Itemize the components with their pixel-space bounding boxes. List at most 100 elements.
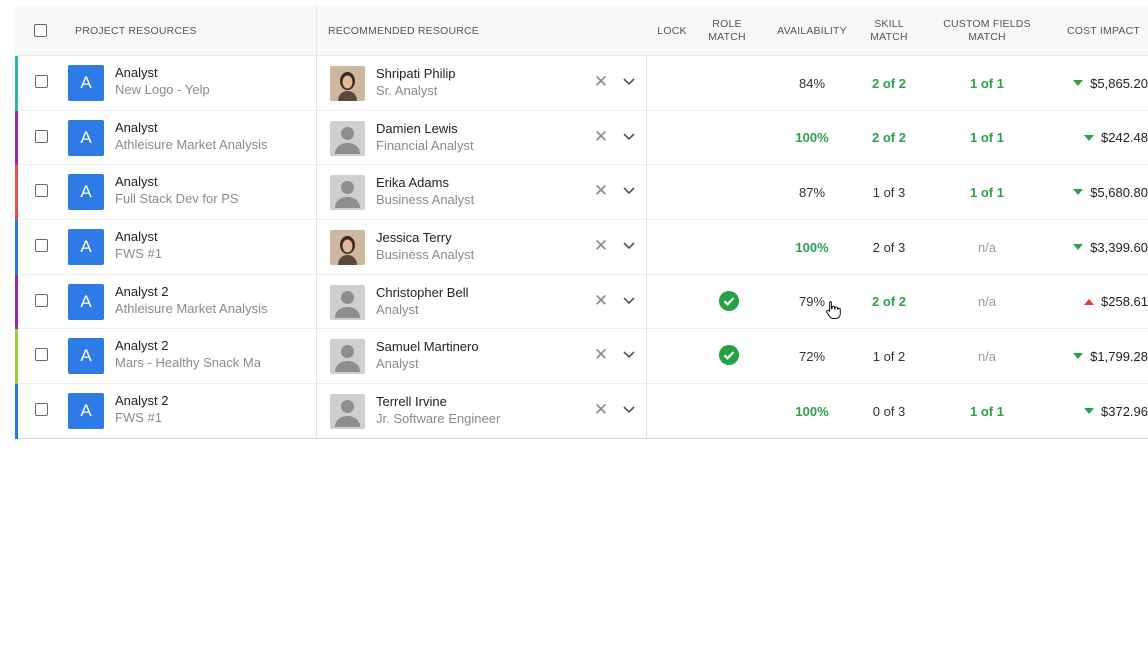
close-icon[interactable]: ✕ (593, 346, 609, 363)
cost-impact-value: $3,399.60 (1090, 239, 1148, 255)
triangle-down-icon (1073, 353, 1084, 360)
availability-value: 72% (798, 348, 826, 364)
role-name: Analyst (115, 174, 158, 190)
custom-fields-match-value: 1 of 1 (970, 75, 1004, 91)
cost-impact-cell: $5,680.80 (1060, 165, 1148, 219)
triangle-down-icon (1073, 80, 1084, 86)
row-checkbox[interactable] (35, 75, 48, 88)
resource-name[interactable]: Damien Lewis (376, 121, 458, 136)
person-placeholder-icon (330, 284, 365, 320)
hand-cursor-icon (826, 301, 841, 319)
row-color-stripe (15, 220, 18, 275)
resource-name[interactable]: Terrell Irvine (376, 394, 447, 409)
custom-fields-match-value: 1 of 1 (970, 403, 1004, 419)
check-circle-icon (719, 345, 739, 366)
header-custom-fields-match[interactable]: CUSTOM FIELDS MATCH (937, 6, 1037, 56)
cost-impact-cell: $3,399.60 (1060, 220, 1148, 274)
row-color-stripe (15, 165, 18, 221)
role-avatar: A (68, 393, 104, 430)
resource-name[interactable]: Samuel Martinero (376, 339, 479, 354)
skill-match-value: 1 of 2 (872, 348, 906, 364)
skill-match-value: 2 of 2 (872, 130, 906, 146)
cost-impact-value: $242.48 (1101, 130, 1148, 146)
role-name: Analyst 2 (115, 283, 169, 299)
project-name: Athleisure Market Analysis (115, 136, 268, 152)
availability-value: 100% (795, 130, 829, 146)
role-name: Analyst (115, 65, 158, 80)
triangle-up-icon (1084, 298, 1094, 305)
header-lock[interactable]: LOCK (647, 6, 697, 56)
cost-impact-cell: $242.48 (1060, 111, 1148, 165)
close-icon[interactable]: ✕ (593, 401, 609, 418)
table-row[interactable]: A Analyst 2 FWS #1 Terrell Irvine Jr. So… (15, 384, 1148, 439)
row-checkbox[interactable] (35, 184, 48, 198)
resource-title: Analyst (376, 356, 419, 372)
project-name: New Logo - Yelp (115, 82, 210, 97)
resource-name[interactable]: Christopher Bell (376, 285, 469, 300)
close-icon[interactable]: ✕ (593, 73, 609, 90)
triangle-down-icon (1073, 244, 1084, 251)
resource-name[interactable]: Shripati Philip (376, 66, 456, 81)
availability-value: 100% (795, 403, 829, 419)
role-name: Analyst 2 (115, 393, 169, 409)
table-row[interactable]: A Analyst 2 Athleisure Market Analysis C… (15, 274, 1148, 330)
table-row[interactable]: A Analyst 2 Mars - Healthy Snack Ma Samu… (15, 329, 1148, 385)
chevron-down-icon[interactable] (621, 346, 637, 362)
header-project-resources[interactable]: PROJECT RESOURCES (75, 6, 315, 56)
project-name: FWS #1 (115, 246, 162, 262)
header-availability[interactable]: AVAILABILITY (771, 6, 853, 56)
triangle-down-icon (1084, 408, 1094, 415)
chevron-down-icon[interactable] (621, 128, 637, 144)
skill-match-value: 2 of 2 (872, 75, 906, 91)
role-avatar: A (68, 65, 104, 101)
row-color-stripe (15, 329, 18, 385)
role-name: Analyst (115, 229, 158, 245)
resource-name[interactable]: Jessica Terry (376, 230, 452, 245)
role-avatar: A (68, 119, 104, 156)
cost-impact-value: $5,865.20 (1090, 75, 1148, 91)
chevron-down-icon[interactable] (621, 401, 637, 417)
cost-impact-value: $258.61 (1101, 294, 1148, 310)
row-checkbox[interactable] (35, 293, 48, 307)
resource-name[interactable]: Erika Adams (376, 175, 449, 190)
person-placeholder-icon (330, 339, 365, 375)
row-checkbox[interactable] (35, 129, 48, 143)
cost-impact-cell: $258.61 (1060, 275, 1148, 329)
close-icon[interactable]: ✕ (593, 292, 609, 309)
close-icon[interactable]: ✕ (593, 182, 609, 199)
resource-title: Sr. Analyst (376, 83, 438, 98)
chevron-down-icon[interactable] (621, 182, 637, 198)
avatar (330, 230, 365, 266)
custom-fields-match-value: 1 of 1 (970, 184, 1004, 200)
header-role-match[interactable]: ROLE MATCH (699, 6, 755, 56)
select-all-checkbox[interactable] (34, 24, 47, 37)
table-row[interactable]: A Analyst Full Stack Dev for PS Erika Ad… (15, 165, 1148, 221)
skill-match-value: 2 of 2 (872, 294, 906, 310)
chevron-down-icon[interactable] (621, 237, 637, 253)
table-row[interactable]: A Analyst New Logo - Yelp Shripati Phili… (15, 56, 1148, 111)
row-checkbox[interactable] (35, 348, 48, 362)
column-divider (316, 56, 317, 439)
close-icon[interactable]: ✕ (593, 128, 609, 145)
row-color-stripe (15, 110, 18, 166)
row-checkbox[interactable] (35, 239, 48, 253)
table-row[interactable]: A Analyst Athleisure Market Analysis Dam… (15, 110, 1148, 166)
chevron-down-icon[interactable] (621, 73, 637, 89)
check-circle-icon (719, 290, 739, 311)
header-skill-match[interactable]: SKILL MATCH (861, 6, 917, 56)
custom-fields-match-value: n/a (977, 294, 997, 310)
grid-header: PROJECT RESOURCES RECOMMENDED RESOURCE L… (15, 6, 1148, 56)
row-color-stripe (15, 384, 18, 439)
table-row[interactable]: A Analyst FWS #1 Jessica Terry Business … (15, 220, 1148, 275)
role-avatar: A (68, 229, 104, 266)
header-cost-impact[interactable]: COST IMPACT (1067, 6, 1148, 56)
resource-title: Business Analyst (376, 247, 475, 263)
header-recommended-resource[interactable]: RECOMMENDED RESOURCE (328, 6, 648, 56)
close-icon[interactable]: ✕ (593, 237, 609, 254)
availability-value: 84% (798, 75, 826, 91)
cost-impact-cell: $5,865.20 (1060, 56, 1148, 110)
person-placeholder-icon (330, 175, 365, 211)
availability-value: 100% (795, 239, 829, 255)
row-checkbox[interactable] (35, 403, 48, 417)
chevron-down-icon[interactable] (621, 292, 637, 308)
